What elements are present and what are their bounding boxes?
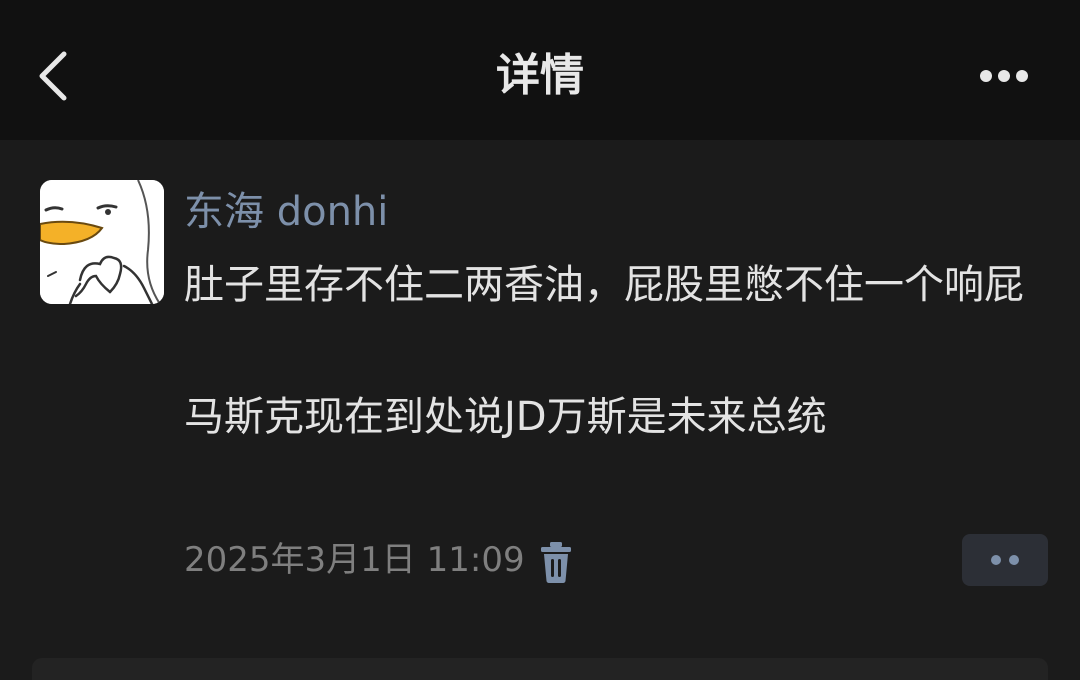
moments-detail-screen: 详情 东海 donhi 肚子里存不住二两香油，屁股里憋不住一个响屁 马斯克现在到… <box>0 0 1080 680</box>
post: 东海 donhi 肚子里存不住二两香油，屁股里憋不住一个响屁 马斯克现在到处说J… <box>0 140 1080 680</box>
back-button[interactable] <box>28 44 84 108</box>
duck-heart-avatar-icon <box>40 180 164 304</box>
post-text: 肚子里存不住二两香油，屁股里憋不住一个响屁 马斯克现在到处说JD万斯是未来总统 <box>184 262 1024 440</box>
delete-button[interactable] <box>538 540 574 584</box>
more-button[interactable] <box>966 52 1042 100</box>
trash-icon <box>541 542 571 583</box>
post-timestamp: 2025年3月1日 11:09 <box>184 540 525 580</box>
two-dots-icon <box>1009 555 1019 565</box>
top-bar: 详情 <box>0 0 1080 140</box>
two-dots-icon <box>991 555 1001 565</box>
page-title: 详情 <box>496 50 584 101</box>
author-name[interactable]: 东海 donhi <box>184 184 388 240</box>
avatar[interactable] <box>40 180 164 304</box>
more-horizontal-icon <box>980 70 1028 82</box>
comment-like-button[interactable] <box>962 534 1048 586</box>
comment-area <box>32 658 1048 680</box>
chevron-left-icon <box>39 51 67 101</box>
